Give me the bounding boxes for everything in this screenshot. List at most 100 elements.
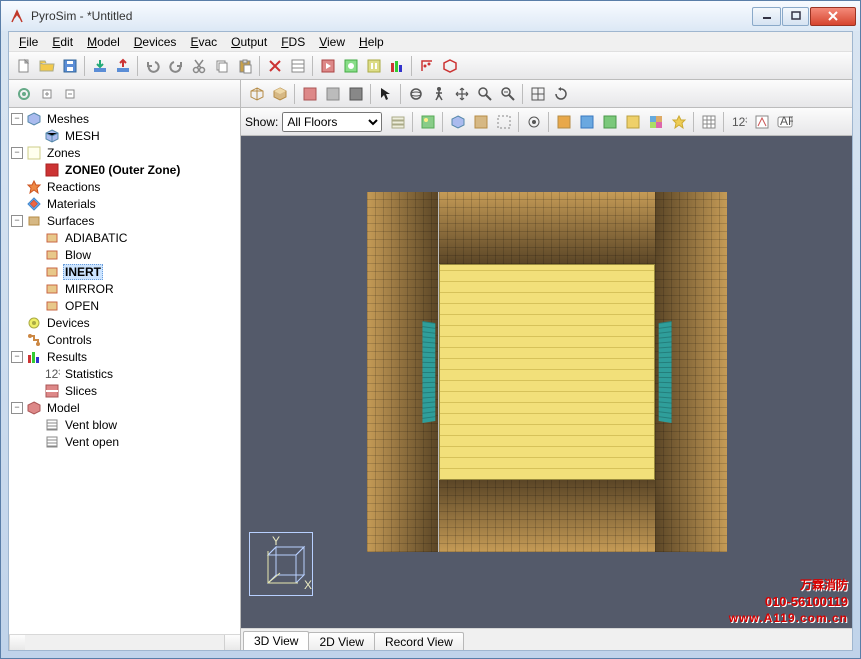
tree-node[interactable]: Vent blow [29, 416, 240, 433]
delete-button[interactable] [263, 54, 286, 77]
export-button[interactable] [111, 54, 134, 77]
tree-twisty[interactable]: − [11, 402, 23, 414]
manage-floors-button[interactable] [386, 110, 409, 133]
tree-hscroll[interactable] [9, 634, 240, 650]
zoom-button[interactable] [473, 82, 496, 105]
menu-devices[interactable]: Devices [128, 33, 183, 51]
tree-node[interactable]: Blow [29, 246, 240, 263]
yellow-button[interactable] [621, 110, 644, 133]
green-button[interactable] [598, 110, 621, 133]
menu-output[interactable]: Output [225, 33, 273, 51]
menu-fds[interactable]: FDS [275, 33, 311, 51]
run-smokeview-button[interactable] [339, 54, 362, 77]
tree-node[interactable]: OPEN [29, 297, 240, 314]
tree-node[interactable]: Slices [29, 382, 240, 399]
tree-label: Zones [45, 146, 82, 160]
results-button[interactable] [385, 54, 408, 77]
grid-button[interactable] [697, 110, 720, 133]
collapse-button[interactable] [58, 82, 81, 105]
tree-node[interactable]: ZONE0 (Outer Zone) [29, 161, 240, 178]
tree-node[interactable]: Devices [11, 314, 240, 331]
tree-node[interactable]: 12³Statistics [29, 365, 240, 382]
tree-node[interactable]: Materials [11, 195, 240, 212]
tree-label: Materials [45, 197, 98, 211]
scroll-left-button[interactable] [9, 635, 25, 650]
bg-button[interactable] [416, 110, 439, 133]
paste-button[interactable] [233, 54, 256, 77]
orbit-button[interactable] [404, 82, 427, 105]
wireframe-button[interactable] [245, 82, 268, 105]
tree-twisty[interactable]: − [11, 147, 23, 159]
menu-model[interactable]: Model [81, 33, 126, 51]
zoom-sel-button[interactable] [496, 82, 519, 105]
tree-node[interactable]: ADIABATIC [29, 229, 240, 246]
close-button[interactable] [810, 7, 856, 26]
menu-evac[interactable]: Evac [184, 33, 223, 51]
axes-widget[interactable]: X Y [249, 532, 313, 596]
redo-button[interactable] [164, 54, 187, 77]
tree-node[interactable]: −Surfaces [11, 212, 240, 229]
tree-node[interactable]: −Results [11, 348, 240, 365]
star-button[interactable] [667, 110, 690, 133]
tree-node[interactable]: Controls [11, 331, 240, 348]
tree-node[interactable]: Reactions [11, 178, 240, 195]
pan-button[interactable] [450, 82, 473, 105]
orange-button[interactable] [552, 110, 575, 133]
tree-twisty[interactable]: − [11, 351, 23, 363]
mesh-vis-button[interactable] [446, 110, 469, 133]
category-button[interactable] [12, 82, 35, 105]
import-button[interactable] [88, 54, 111, 77]
out-vis-button[interactable] [492, 110, 515, 133]
reset-button[interactable] [549, 82, 572, 105]
fit-button[interactable] [526, 82, 549, 105]
run-parallel-button[interactable] [362, 54, 385, 77]
cut-button[interactable] [187, 54, 210, 77]
save-button[interactable] [58, 54, 81, 77]
solid-button[interactable] [344, 82, 367, 105]
tree-node[interactable]: MIRROR [29, 280, 240, 297]
cyan-button[interactable] [644, 110, 667, 133]
surf-vis-button[interactable] [469, 110, 492, 133]
tree-node[interactable]: − Zones [11, 144, 240, 161]
tree-twisty[interactable]: − [11, 215, 23, 227]
tree-node[interactable]: MESH [29, 127, 240, 144]
run-fds-button[interactable] [316, 54, 339, 77]
open-button[interactable] [35, 54, 58, 77]
minimize-button[interactable] [752, 7, 781, 26]
ar-button[interactable]: AR [773, 110, 796, 133]
tree-twisty[interactable]: − [11, 113, 23, 125]
expand-button[interactable] [35, 82, 58, 105]
menu-view[interactable]: View [313, 33, 351, 51]
undo-button[interactable] [141, 54, 164, 77]
maximize-button[interactable] [782, 7, 809, 26]
view-tab[interactable]: 2D View [308, 632, 374, 650]
viewport-3d[interactable]: X Y 万霖消防 010-56100119 www.A119.com.cn [241, 136, 852, 628]
dxf-button[interactable] [750, 110, 773, 133]
menu-edit[interactable]: Edit [46, 33, 79, 51]
tree-node[interactable]: −Meshes [11, 110, 240, 127]
model-tree[interactable]: −MeshesMESH−ZonesZONE0 (Outer Zone)React… [9, 108, 240, 634]
iso-button[interactable] [438, 54, 461, 77]
tree-node[interactable]: Vent open [29, 433, 240, 450]
tree-node[interactable]: INERT [29, 263, 240, 280]
blue-button[interactable] [575, 110, 598, 133]
surf-button[interactable] [321, 82, 344, 105]
watermark: 万霖消防 010-56100119 www.A119.com.cn [729, 576, 848, 626]
xray-button[interactable] [298, 82, 321, 105]
plot3d-button[interactable] [415, 54, 438, 77]
copy-button[interactable] [210, 54, 233, 77]
view-tab[interactable]: 3D View [243, 631, 309, 650]
view-tab[interactable]: Record View [374, 632, 464, 650]
num-button[interactable]: 12³ [727, 110, 750, 133]
tree-node[interactable]: −Model [11, 399, 240, 416]
scroll-right-button[interactable] [224, 635, 240, 650]
vis1-button[interactable] [522, 110, 545, 133]
props-button[interactable] [286, 54, 309, 77]
floor-select[interactable]: All Floors [282, 112, 382, 132]
new-button[interactable] [12, 54, 35, 77]
shaded-button[interactable] [268, 82, 291, 105]
select-button[interactable] [374, 82, 397, 105]
walk-button[interactable] [427, 82, 450, 105]
menu-help[interactable]: Help [353, 33, 390, 51]
menu-file[interactable]: File [13, 33, 44, 51]
